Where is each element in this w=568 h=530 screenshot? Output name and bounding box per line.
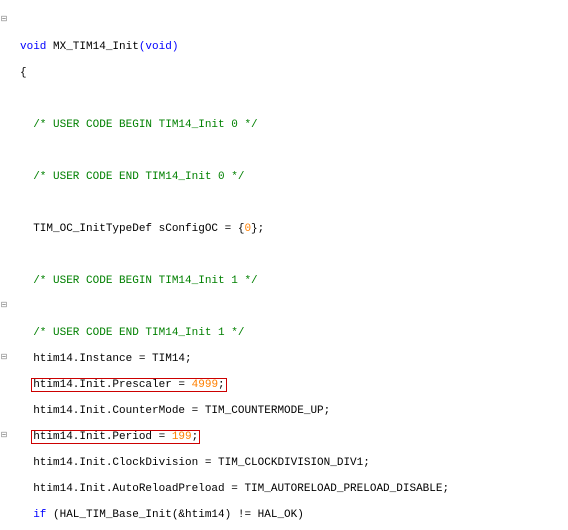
statement: htim14.Init.ClockDivision = TIM_CLOCKDIV… bbox=[33, 457, 370, 469]
comment: /* USER CODE BEGIN TIM14_Init 0 */ bbox=[33, 119, 257, 131]
keyword: if bbox=[33, 509, 46, 521]
function-name: MX_TIM14_Init bbox=[46, 41, 138, 53]
code-viewer: ⊟ ⊟ ⊟ ⊟ void MX_TIM14_Init(void) { /* US… bbox=[0, 0, 568, 530]
highlight-line: htim14.Init.Period = 199; bbox=[20, 431, 568, 444]
code-line: /* USER CODE BEGIN TIM14_Init 0 */ bbox=[20, 119, 568, 132]
code-line: htim14.Instance = TIM14; bbox=[20, 353, 568, 366]
code-line: htim14.Init.AutoReloadPreload = TIM_AUTO… bbox=[20, 483, 568, 496]
fold-marker[interactable]: ⊟ bbox=[0, 429, 8, 442]
statement: htim14.Init.CounterMode = TIM_COUNTERMOD… bbox=[33, 405, 330, 417]
comment: /* USER CODE BEGIN TIM14_Init 1 */ bbox=[33, 275, 257, 287]
keyword: void bbox=[20, 41, 46, 53]
code-line: TIM_OC_InitTypeDef sConfigOC = {0}; bbox=[20, 223, 568, 236]
comment: /* USER CODE END TIM14_Init 1 */ bbox=[33, 327, 244, 339]
fold-marker[interactable]: ⊟ bbox=[0, 13, 8, 26]
keyword: (void) bbox=[139, 41, 179, 53]
statement: htim14.Init.Prescaler = bbox=[33, 379, 191, 391]
blank-line bbox=[20, 145, 568, 158]
fold-marker[interactable]: ⊟ bbox=[0, 351, 8, 364]
blank-line bbox=[20, 301, 568, 314]
highlight-box-period: htim14.Init.Period = 199; bbox=[31, 430, 200, 444]
highlight-line: htim14.Init.Prescaler = 4999; bbox=[20, 379, 568, 392]
code-line: /* USER CODE END TIM14_Init 1 */ bbox=[20, 327, 568, 340]
comment: /* USER CODE END TIM14_Init 0 */ bbox=[33, 171, 244, 183]
declaration-end: }; bbox=[251, 223, 264, 235]
code-line: if (HAL_TIM_Base_Init(&htim14) != HAL_OK… bbox=[20, 509, 568, 522]
fold-gutter: ⊟ ⊟ ⊟ ⊟ bbox=[0, 0, 8, 530]
fold-marker[interactable]: ⊟ bbox=[0, 299, 8, 312]
blank-line bbox=[20, 93, 568, 106]
declaration: TIM_OC_InitTypeDef sConfigOC = { bbox=[33, 223, 244, 235]
statement: htim14.Init.Period = bbox=[33, 431, 172, 443]
number: 199 bbox=[172, 431, 192, 443]
code-line: htim14.Init.ClockDivision = TIM_CLOCKDIV… bbox=[20, 457, 568, 470]
statement: htim14.Init.AutoReloadPreload = TIM_AUTO… bbox=[33, 483, 449, 495]
code-line: htim14.Init.CounterMode = TIM_COUNTERMOD… bbox=[20, 405, 568, 418]
blank-line bbox=[20, 249, 568, 262]
highlight-box-prescaler: htim14.Init.Prescaler = 4999; bbox=[31, 378, 226, 392]
number: 4999 bbox=[192, 379, 218, 391]
code-line: /* USER CODE BEGIN TIM14_Init 1 */ bbox=[20, 275, 568, 288]
brace: { bbox=[20, 67, 568, 80]
semi: ; bbox=[192, 431, 199, 443]
code-line: /* USER CODE END TIM14_Init 0 */ bbox=[20, 171, 568, 184]
statement: htim14.Instance = TIM14; bbox=[33, 353, 191, 365]
semi: ; bbox=[218, 379, 225, 391]
code-line: void MX_TIM14_Init(void) bbox=[20, 41, 568, 54]
condition: (HAL_TIM_Base_Init(&htim14) != HAL_OK) bbox=[46, 509, 303, 521]
blank-line bbox=[20, 197, 568, 210]
code-block: void MX_TIM14_Init(void) { /* USER CODE … bbox=[20, 28, 568, 530]
